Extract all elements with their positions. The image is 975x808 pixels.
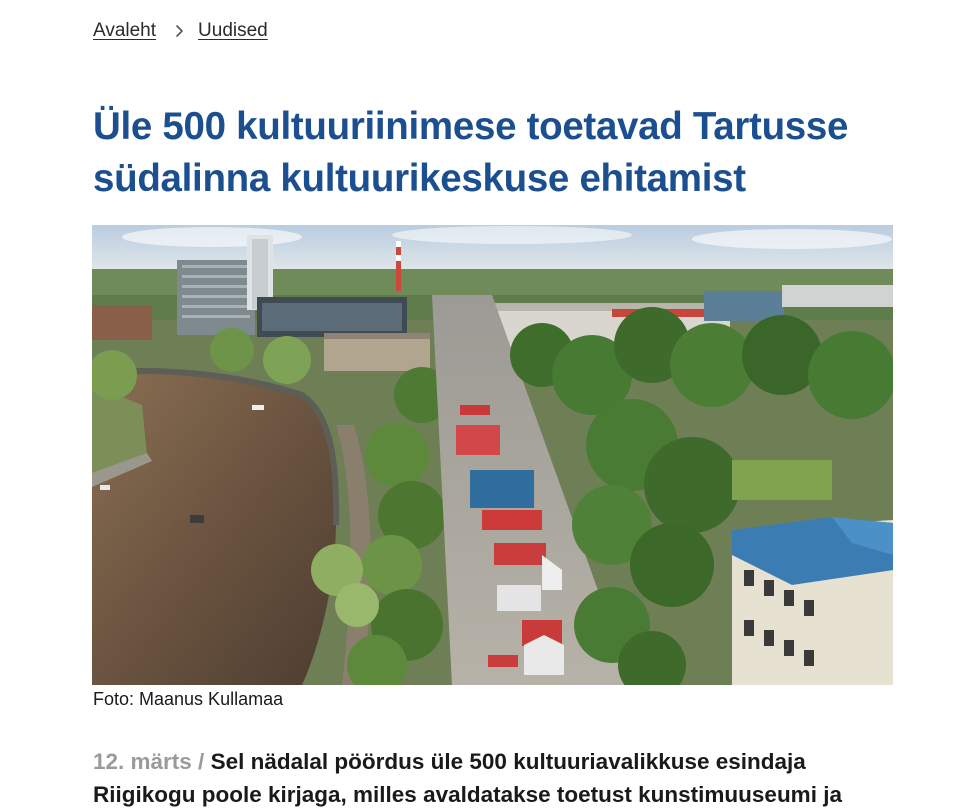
breadcrumb-home-link[interactable]: Avaleht: [93, 20, 156, 42]
breadcrumb-news-link[interactable]: Uudised: [198, 20, 268, 42]
article-date: 12. märts /: [93, 749, 205, 774]
page: Avaleht Uudised Üle 500 kultuuriinimese …: [0, 0, 975, 808]
article-title: Üle 500 kultuuriinimese toetavad Tartuss…: [93, 105, 849, 200]
photo-caption: Foto: Maanus Kullamaa: [93, 689, 284, 709]
article-lead-text: Sel nädalal pöördus üle 500 kultuuriaval…: [93, 749, 842, 807]
breadcrumb: Avaleht Uudised: [93, 20, 268, 42]
chevron-right-icon: [168, 20, 190, 42]
article-photo: [92, 225, 893, 685]
article-lead: 12. märts / Sel nädalal pöördus üle 500 …: [93, 745, 883, 808]
